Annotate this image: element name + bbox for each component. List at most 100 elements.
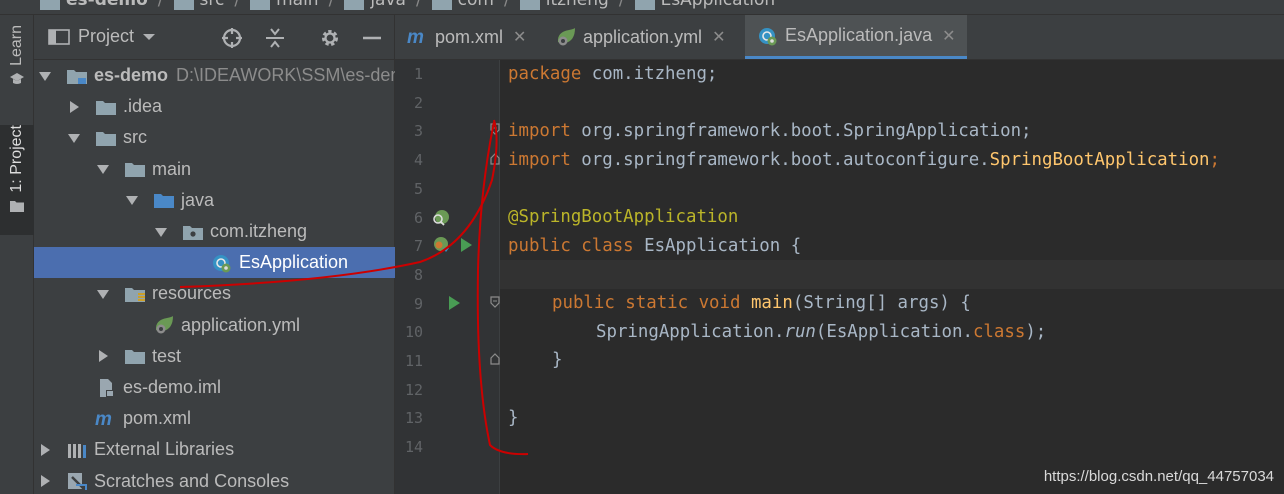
tree-item-label: test xyxy=(152,345,182,366)
tree-item[interactable]: External Libraries xyxy=(34,434,395,465)
line-number: 6 xyxy=(413,208,423,227)
tree-item[interactable]: es-demo.iml xyxy=(34,372,395,403)
line-number: 3 xyxy=(413,122,423,141)
breadcrumb-label: itzheng xyxy=(545,0,609,10)
close-icon[interactable]: ✕ xyxy=(712,27,725,47)
tree-item-label: com.itzheng xyxy=(210,221,308,241)
project-view-selector[interactable]: Project xyxy=(48,26,156,47)
tab-label: application.yml xyxy=(583,26,703,47)
breadcrumb-item[interactable]: itzheng xyxy=(519,0,609,10)
chevron-down-icon[interactable] xyxy=(154,225,168,239)
folder-icon xyxy=(173,0,194,10)
scratches-icon xyxy=(66,471,88,491)
tree-item-label: External Libraries xyxy=(94,439,235,460)
tree-item-label: resources xyxy=(152,283,232,304)
code-editor[interactable]: package com.itzheng; import org.springfr… xyxy=(500,60,1284,494)
tree-item[interactable]: src xyxy=(34,122,395,153)
chevron-down-icon[interactable] xyxy=(96,287,110,301)
tree-item[interactable]: java xyxy=(34,185,395,216)
tree-item[interactable]: Scratches and Consoles xyxy=(34,466,395,494)
code-line-13: } xyxy=(508,408,519,428)
tree-item[interactable]: es-demo D:\IDEAWORK\SSM\es-demo xyxy=(34,60,415,91)
tree-item[interactable]: com.itzheng xyxy=(34,216,395,247)
learn-tool-button[interactable]: Learn xyxy=(0,25,34,107)
hide-panel-button[interactable] xyxy=(361,27,383,49)
breadcrumb-separator: / xyxy=(157,0,164,10)
tree-item-label: EsApplication xyxy=(239,252,349,273)
code-line-10: SpringApplication.run(EsApplication.clas… xyxy=(596,322,1047,342)
spring-boot-gutter-icon[interactable] xyxy=(431,235,451,255)
chevron-right-icon[interactable] xyxy=(67,100,81,114)
line-number: 11 xyxy=(404,352,423,370)
locate-file-button[interactable] xyxy=(221,27,243,49)
resources-folder-icon xyxy=(124,284,146,304)
tree-item[interactable]: main xyxy=(34,154,395,185)
fold-end-icon[interactable] xyxy=(490,153,500,165)
breadcrumb-item[interactable]: src xyxy=(173,0,224,10)
line-number: 14 xyxy=(404,438,423,457)
breadcrumb-item[interactable]: EsApplication xyxy=(634,0,775,10)
tree-item[interactable]: m pom.xml xyxy=(34,403,395,434)
collapse-all-button[interactable] xyxy=(264,27,286,49)
iml-file-icon xyxy=(95,378,117,398)
chevron-down-icon[interactable] xyxy=(67,131,81,145)
learn-tool-label: Learn xyxy=(8,25,25,66)
tab-pom-xml[interactable]: m pom.xml ✕ xyxy=(395,15,540,59)
line-number: 5 xyxy=(413,179,423,198)
breadcrumb-item[interactable]: java xyxy=(344,0,406,10)
editor-tab-bar: m pom.xml ✕ application.yml ✕ EsApplicat… xyxy=(395,15,1284,60)
chevron-right-icon[interactable] xyxy=(38,443,52,457)
chevron-right-icon[interactable] xyxy=(38,474,52,488)
editor-gutter: 1 2 3 4 5 6 7 8 9 10 11 12 13 14 xyxy=(395,60,500,494)
folder-icon xyxy=(10,200,24,212)
close-icon[interactable]: ✕ xyxy=(942,26,955,46)
close-icon[interactable]: ✕ xyxy=(513,27,526,47)
settings-button[interactable] xyxy=(319,27,341,49)
folder-icon xyxy=(40,0,60,10)
minimize-icon xyxy=(363,36,381,40)
breadcrumb-item[interactable]: com xyxy=(431,0,494,10)
line-number: 9 xyxy=(413,294,423,313)
tab-application-yml[interactable]: application.yml ✕ xyxy=(543,15,751,59)
tree-item[interactable]: application.yml xyxy=(34,310,395,341)
module-path: D:\IDEAWORK\SSM\es-demo xyxy=(176,65,416,85)
spring-config-icon xyxy=(153,315,175,335)
graduation-cap-icon xyxy=(10,72,24,84)
run-class-icon[interactable] xyxy=(459,237,473,253)
tree-item-label: .idea xyxy=(123,96,163,117)
tree-item[interactable]: .idea xyxy=(34,91,395,122)
chevron-right-icon[interactable] xyxy=(96,349,110,363)
folder-icon xyxy=(634,0,655,10)
chevron-down-icon[interactable] xyxy=(38,69,52,83)
tree-item-label: java xyxy=(181,189,215,210)
fold-imports-icon[interactable] xyxy=(490,123,500,135)
fold-method-icon[interactable] xyxy=(490,296,500,308)
run-main-icon[interactable] xyxy=(447,295,461,311)
spring-bean-gutter-icon[interactable] xyxy=(431,209,451,227)
gear-icon xyxy=(322,30,338,46)
project-tool-button[interactable]: 1: Project xyxy=(0,125,34,235)
tab-label: pom.xml xyxy=(435,26,504,47)
maven-icon: m xyxy=(95,409,117,429)
chevron-down-icon[interactable] xyxy=(125,193,139,207)
chevron-down-icon[interactable] xyxy=(96,162,110,176)
breadcrumb-item[interactable]: es-demo xyxy=(40,0,148,10)
tab-esapplication-java[interactable]: EsApplication.java ✕ xyxy=(745,15,967,59)
project-tool-window: Project es-demo D:\IDEAWORK\SSM\es-demo .i… xyxy=(34,15,415,494)
tree-item[interactable]: resources xyxy=(34,278,395,309)
fold-method-end-icon[interactable] xyxy=(490,353,500,365)
tree-item[interactable]: EsApplication xyxy=(34,247,395,279)
code-line-3: import org.springframework.boot.SpringAp… xyxy=(508,121,1032,141)
breadcrumb-item[interactable]: main xyxy=(250,0,319,10)
code-line-1: package com.itzheng; xyxy=(508,64,718,84)
breadcrumb-label: es-demo xyxy=(66,0,148,10)
folder-icon xyxy=(124,346,146,366)
tree-item[interactable]: test xyxy=(34,341,395,372)
folder-icon xyxy=(250,0,271,10)
watermark: https://blog.csdn.net/qq_44757034 xyxy=(1043,468,1274,485)
line-number: 12 xyxy=(404,380,423,399)
tree-item-label: Scratches and Consoles xyxy=(94,470,290,491)
folder-icon xyxy=(95,97,117,117)
